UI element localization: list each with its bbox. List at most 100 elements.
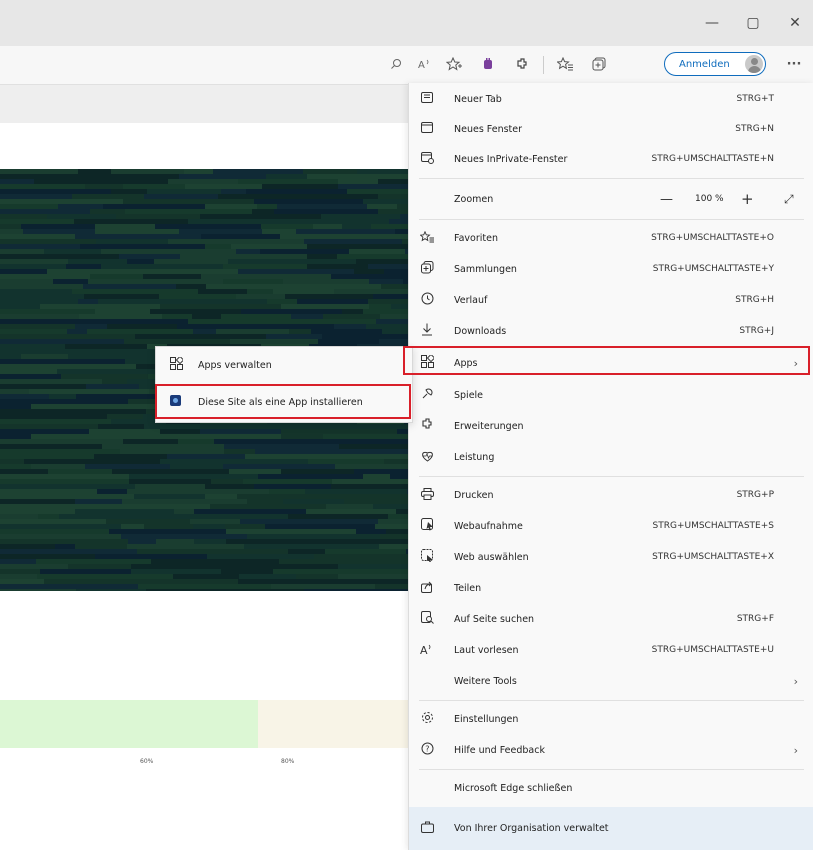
- download-icon: [419, 323, 435, 339]
- menu-item-close-edge[interactable]: Microsoft Edge schließen: [409, 772, 813, 804]
- menu-shortcut: STRG+UMSCHALTTASTE+N: [651, 154, 775, 164]
- read-aloud-icon: A: [419, 643, 435, 658]
- zoom-in-button[interactable]: +: [741, 190, 754, 208]
- history-icon: [419, 292, 435, 308]
- extensions-icon: [419, 418, 435, 434]
- menu-item-web-select[interactable]: Web auswählen STRG+UMSCHALTTASTE+X: [409, 541, 813, 573]
- menu-shortcut: STRG+P: [736, 490, 774, 500]
- menu-shortcut: STRG+F: [736, 614, 774, 624]
- avatar-icon: [745, 55, 763, 73]
- favorites-icon: [419, 230, 435, 246]
- install-highlight-box: [155, 384, 411, 419]
- gear-icon: [419, 711, 435, 727]
- find-on-page-icon: [419, 611, 435, 627]
- maximize-button[interactable]: ▢: [738, 8, 768, 38]
- inprivate-window-icon: [419, 151, 435, 167]
- menu-shortcut: STRG+T: [736, 94, 774, 104]
- menu-label: Neues Fenster: [454, 123, 523, 135]
- menu-label: Weitere Tools: [454, 675, 517, 687]
- collections-icon[interactable]: [585, 50, 613, 78]
- page-beige-bar: [258, 700, 408, 748]
- close-window-button[interactable]: ✕: [780, 8, 810, 38]
- menu-separator: [419, 769, 804, 770]
- help-icon: ?: [419, 742, 435, 758]
- zoom-level: 100 %: [695, 194, 724, 204]
- menu-item-new-window[interactable]: Neues Fenster STRG+N: [409, 113, 813, 145]
- menu-item-extensions[interactable]: Erweiterungen: [409, 410, 813, 442]
- menu-separator: [419, 178, 804, 179]
- menu-label: Web auswählen: [454, 551, 529, 563]
- submenu-label: Apps verwalten: [198, 359, 272, 371]
- submenu-item-manage-apps[interactable]: Apps verwalten: [156, 349, 412, 381]
- briefcase-icon: [419, 821, 435, 836]
- web-select-icon: [419, 549, 435, 565]
- menu-shortcut: STRG+J: [739, 326, 774, 336]
- sign-in-label: Anmelden: [679, 58, 730, 70]
- apps-highlight-box: [403, 346, 810, 375]
- menu-item-new-inprivate[interactable]: Neues InPrivate-Fenster STRG+UMSCHALTTAS…: [409, 143, 813, 175]
- menu-label: Downloads: [454, 325, 507, 337]
- collections-icon: [419, 261, 435, 277]
- heatmap-stripe: [105, 589, 146, 591]
- menu-item-read-aloud[interactable]: A Laut vorlesen STRG+UMSCHALTTASTE+U: [409, 634, 813, 666]
- menu-separator: [419, 700, 804, 701]
- menu-label: Verlauf: [454, 294, 488, 306]
- menu-item-screenshot[interactable]: Webaufnahme STRG+UMSCHALTTASTE+S: [409, 510, 813, 542]
- more-icon[interactable]: ···: [780, 50, 808, 78]
- menu-item-share[interactable]: Teilen: [409, 572, 813, 604]
- axis-tick-label: 80%: [281, 758, 295, 765]
- zoom-out-button[interactable]: —: [660, 192, 673, 207]
- menu-label: Von Ihrer Organisation verwaltet: [454, 823, 609, 834]
- menu-item-print[interactable]: Drucken STRG+P: [409, 479, 813, 511]
- menu-separator: [419, 476, 804, 477]
- heatmap-stripe: [0, 589, 76, 591]
- menu-item-history[interactable]: Verlauf STRG+H: [409, 284, 813, 316]
- search-icon[interactable]: [382, 50, 410, 78]
- add-favorite-icon[interactable]: [440, 50, 468, 78]
- extension-icon[interactable]: [474, 50, 502, 78]
- menu-item-collections[interactable]: Sammlungen STRG+UMSCHALTTASTE+Y: [409, 253, 813, 285]
- menu-label: Leistung: [454, 451, 495, 463]
- menu-item-more-tools[interactable]: Weitere Tools ›: [409, 665, 813, 697]
- menu-item-performance[interactable]: Leistung: [409, 441, 813, 473]
- share-icon: [419, 581, 435, 596]
- new-window-icon: [419, 122, 435, 136]
- read-aloud-icon[interactable]: A: [411, 50, 439, 78]
- toolbar-divider: [543, 56, 544, 74]
- chevron-right-icon: ›: [793, 743, 798, 757]
- menu-shortcut: STRG+UMSCHALTTASTE+Y: [652, 264, 774, 274]
- menu-item-games[interactable]: Spiele: [409, 379, 813, 411]
- menu-label: Neues InPrivate-Fenster: [454, 153, 568, 165]
- svg-text:A: A: [420, 644, 428, 655]
- menu-shortcut: STRG+UMSCHALTTASTE+X: [652, 552, 774, 562]
- menu-label: Erweiterungen: [454, 420, 524, 432]
- axis-tick-label: 60%: [140, 758, 154, 765]
- menu-label: Laut vorlesen: [454, 644, 519, 656]
- sign-in-button[interactable]: Anmelden: [664, 52, 766, 76]
- menu-item-help[interactable]: ? Hilfe und Feedback ›: [409, 734, 813, 766]
- extensions-icon[interactable]: [508, 50, 536, 78]
- menu-item-new-tab[interactable]: Neuer Tab STRG+T: [409, 83, 813, 115]
- menu-shortcut: STRG+H: [735, 295, 774, 305]
- menu-item-managed-by-organization[interactable]: Von Ihrer Organisation verwaltet: [409, 807, 813, 850]
- menu-item-favorites[interactable]: Favoriten STRG+UMSCHALTTASTE+O: [409, 222, 813, 254]
- games-icon: [419, 387, 435, 403]
- menu-item-find[interactable]: Auf Seite suchen STRG+F: [409, 603, 813, 635]
- menu-label: Microsoft Edge schließen: [454, 782, 573, 794]
- menu-item-settings[interactable]: Einstellungen: [409, 703, 813, 735]
- menu-item-downloads[interactable]: Downloads STRG+J: [409, 315, 813, 347]
- performance-icon: [419, 450, 435, 465]
- menu-label: Hilfe und Feedback: [454, 744, 545, 756]
- heatmap-stripe: [76, 589, 105, 591]
- browser-toolbar: A Anmelden ···: [0, 46, 813, 85]
- menu-shortcut: STRG+UMSCHALTTASTE+O: [651, 233, 774, 243]
- favorites-icon[interactable]: [551, 50, 579, 78]
- heatmap-stripe: [146, 589, 271, 591]
- heatmap-stripe: [271, 589, 304, 591]
- new-tab-icon: [419, 92, 435, 106]
- menu-shortcut: STRG+UMSCHALTTASTE+S: [652, 521, 774, 531]
- minimize-button[interactable]: —: [697, 8, 727, 38]
- fullscreen-icon[interactable]: ⤢: [784, 192, 794, 207]
- menu-label: Zoomen: [454, 193, 494, 205]
- menu-label: Spiele: [454, 389, 484, 401]
